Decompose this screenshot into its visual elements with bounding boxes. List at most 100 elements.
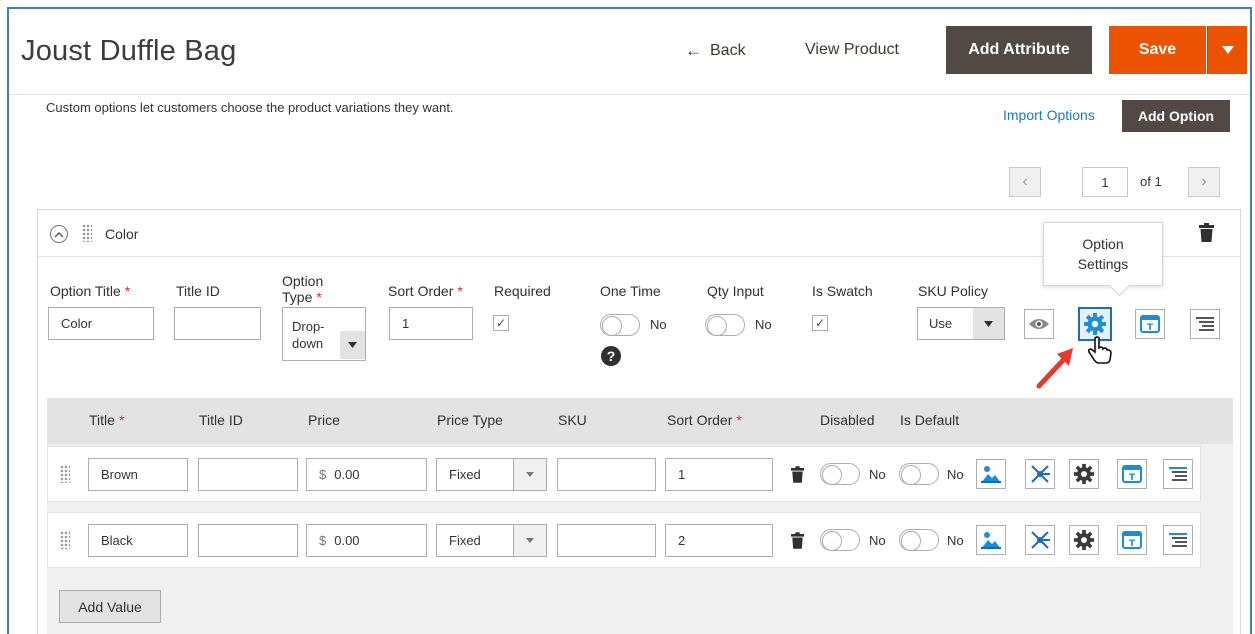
value-disabled-toggle[interactable]: [820, 529, 860, 551]
required-checkbox[interactable]: ✓: [493, 315, 509, 331]
value-title-id-input[interactable]: [198, 524, 298, 557]
add-attribute-button[interactable]: Add Attribute: [946, 26, 1092, 74]
collapse-toggle[interactable]: [50, 225, 68, 243]
sort-order-label: Sort Order *: [388, 283, 463, 299]
value-default-toggle[interactable]: [899, 529, 939, 551]
value-disabled-state: No: [869, 533, 886, 548]
is-swatch-checkbox[interactable]: ✓: [812, 315, 828, 331]
next-page-button[interactable]: ›: [1188, 167, 1220, 197]
value-settings-button[interactable]: [1069, 459, 1099, 489]
page-number-input[interactable]: 1: [1082, 167, 1128, 197]
option-type-select[interactable]: Drop- down: [282, 307, 366, 361]
value-title-input[interactable]: Brown: [88, 458, 188, 491]
value-price-type-select[interactable]: Fixed: [436, 458, 547, 491]
option-type-arrow[interactable]: [340, 331, 365, 359]
sku-policy-select[interactable]: Use: [917, 307, 1005, 340]
value-sku-input[interactable]: [557, 524, 656, 557]
value-dependency-button[interactable]: [1025, 459, 1055, 489]
description-button[interactable]: T: [1135, 309, 1165, 339]
required-label: Required: [494, 283, 551, 299]
value-notes-button[interactable]: [1163, 459, 1193, 489]
value-image-button[interactable]: [976, 459, 1006, 489]
network-icon: [1031, 531, 1050, 549]
pointer-arrow-icon: [1036, 348, 1073, 389]
value-title-id-input[interactable]: [198, 458, 298, 491]
value-price-input[interactable]: $0.00: [306, 524, 427, 557]
value-sort-order-input[interactable]: 2: [665, 524, 773, 557]
network-icon: [1031, 465, 1050, 483]
save-dropdown-button[interactable]: [1207, 26, 1247, 74]
drag-handle-icon[interactable]: [60, 465, 70, 483]
col-is-default: Is Default: [900, 412, 960, 428]
title-id-input[interactable]: [174, 307, 261, 340]
back-label: Back: [710, 42, 746, 59]
view-product-link[interactable]: View Product: [805, 41, 899, 59]
table-row: Brown $0.00 Fixed 1 No No T: [47, 446, 1201, 502]
one-time-state: No: [650, 317, 667, 332]
drag-handle-icon[interactable]: [82, 224, 92, 242]
align-lines-icon: [1169, 467, 1187, 481]
page-total: of 1: [1140, 174, 1162, 189]
sku-policy-label: SKU Policy: [918, 283, 989, 299]
sku-policy-value: Use: [929, 316, 953, 331]
value-default-state: No: [947, 467, 964, 482]
drag-handle-icon[interactable]: [60, 531, 70, 549]
notes-button[interactable]: [1190, 309, 1220, 339]
caret-down-icon: [348, 342, 357, 348]
col-sort-order: Sort Order *: [667, 412, 742, 428]
qty-input-toggle[interactable]: [705, 314, 745, 336]
svg-text:T: T: [1129, 473, 1136, 483]
value-default-toggle[interactable]: [899, 463, 939, 485]
chevron-left-icon: ‹: [1022, 173, 1028, 190]
caret-down-icon: [1221, 46, 1234, 54]
option-type-line2: down: [292, 336, 324, 351]
page-title: Joust Duffle Bag: [21, 35, 237, 67]
app-window: Joust Duffle Bag ← Back View Product Add…: [7, 7, 1252, 634]
caret-down-icon: [984, 320, 993, 327]
value-sku-input[interactable]: [557, 458, 656, 491]
value-sort-order-input[interactable]: 1: [665, 458, 773, 491]
value-price-type-select[interactable]: Fixed: [436, 524, 547, 557]
value-default-state: No: [947, 533, 964, 548]
value-image-button[interactable]: [976, 525, 1006, 555]
arrow-left-icon: ←: [685, 41, 702, 60]
value-settings-button[interactable]: [1069, 525, 1099, 555]
value-description-button[interactable]: T: [1117, 459, 1147, 489]
sort-order-input[interactable]: 1: [389, 307, 473, 340]
qty-input-label: Qty Input: [707, 283, 764, 299]
header-divider: [9, 94, 1250, 95]
visibility-button[interactable]: [1024, 309, 1054, 339]
add-option-button[interactable]: Add Option: [1122, 100, 1230, 132]
value-disabled-toggle[interactable]: [820, 463, 860, 485]
import-options-link[interactable]: Import Options: [1003, 107, 1095, 123]
svg-text:T: T: [1147, 323, 1154, 333]
value-price-input[interactable]: $0.00: [306, 458, 427, 491]
col-title-id: Title ID: [199, 412, 243, 428]
value-title-input[interactable]: Black: [88, 524, 188, 557]
option-header-title: Color: [105, 226, 139, 242]
back-link[interactable]: ← Back: [685, 41, 746, 61]
one-time-toggle[interactable]: [600, 314, 640, 336]
delete-option-button[interactable]: [1199, 223, 1214, 247]
prev-page-button[interactable]: ‹: [1009, 167, 1041, 197]
option-type-label: Option Type *: [282, 273, 324, 305]
value-dependency-button[interactable]: [1025, 525, 1055, 555]
help-icon[interactable]: ?: [601, 346, 621, 366]
option-title-input[interactable]: Color: [48, 307, 154, 340]
value-disabled-state: No: [869, 467, 886, 482]
save-button[interactable]: Save: [1109, 26, 1206, 74]
svg-text:T: T: [1129, 539, 1136, 549]
option-values-section: Title * Title ID Price Price Type SKU Sor…: [47, 398, 1233, 634]
delete-value-button[interactable]: [791, 532, 804, 554]
one-time-label: One Time: [600, 283, 661, 299]
option-type-line1: Drop-: [292, 319, 325, 334]
value-notes-button[interactable]: [1163, 525, 1193, 555]
add-value-button[interactable]: Add Value: [59, 590, 161, 623]
delete-value-button[interactable]: [791, 466, 804, 488]
eye-icon: [1029, 319, 1049, 329]
gear-icon: [1073, 463, 1095, 485]
chevron-up-icon: [54, 231, 64, 237]
title-id-label: Title ID: [176, 283, 220, 299]
value-description-button[interactable]: T: [1117, 525, 1147, 555]
gear-icon: [1073, 529, 1095, 551]
